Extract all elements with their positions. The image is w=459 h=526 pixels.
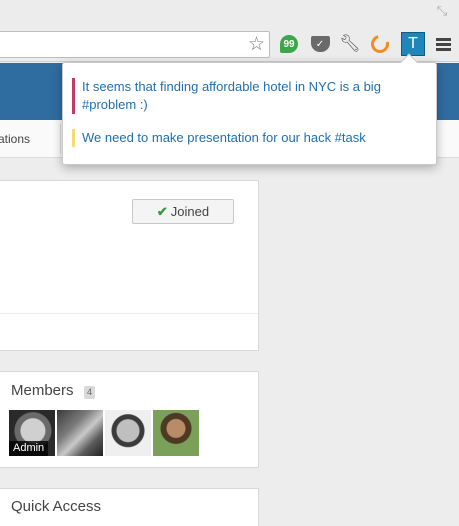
member-avatar[interactable] bbox=[105, 410, 151, 456]
note-item[interactable]: We need to make presentation for our hac… bbox=[72, 129, 422, 147]
members-count-badge: 4 bbox=[84, 386, 95, 399]
check-icon: ✔ bbox=[156, 203, 168, 219]
member-avatar[interactable] bbox=[57, 410, 103, 456]
browser-menu-icon[interactable] bbox=[432, 33, 454, 55]
member-avatar[interactable]: Admin bbox=[9, 410, 55, 456]
wrench-extension-icon[interactable]: 🔧︎ bbox=[339, 33, 361, 55]
note-item[interactable]: It seems that finding affordable hotel i… bbox=[72, 78, 422, 114]
hangouts-bubble: 99 bbox=[280, 35, 298, 53]
joined-label: Joined bbox=[170, 204, 210, 219]
fullscreen-icon[interactable]: ⤡ bbox=[435, 4, 449, 18]
subnav-divider bbox=[60, 124, 61, 154]
members-panel: Members 4 Admin bbox=[0, 371, 259, 468]
admin-badge: Admin bbox=[9, 441, 49, 456]
subnav-item-notifications[interactable]: ations bbox=[0, 132, 30, 146]
sync-extension-icon[interactable] bbox=[367, 31, 393, 57]
pocket-extension-icon[interactable]: ✓ bbox=[309, 33, 331, 55]
members-title: Members bbox=[11, 382, 74, 399]
member-avatar[interactable] bbox=[153, 410, 199, 456]
hangouts-extension-icon[interactable]: 99 bbox=[278, 33, 300, 55]
bookmark-star-icon[interactable]: ☆ bbox=[248, 34, 265, 56]
extension-popup: It seems that finding affordable hotel i… bbox=[62, 53, 437, 165]
address-bar[interactable]: ☆ bbox=[0, 31, 270, 58]
panel-divider bbox=[0, 313, 258, 314]
window-titlebar: ⤡ bbox=[0, 0, 459, 28]
browser-toolbar: ☆ 99 ✓ 🔧︎ T bbox=[0, 28, 459, 62]
joined-button[interactable]: ✔ Joined bbox=[132, 199, 234, 224]
quick-access-panel: Quick Access bbox=[0, 488, 259, 526]
space-info-panel: ✔ Joined bbox=[0, 180, 259, 351]
quick-access-title: Quick Access bbox=[11, 498, 102, 515]
tasks-extension-icon[interactable]: T bbox=[401, 32, 425, 56]
